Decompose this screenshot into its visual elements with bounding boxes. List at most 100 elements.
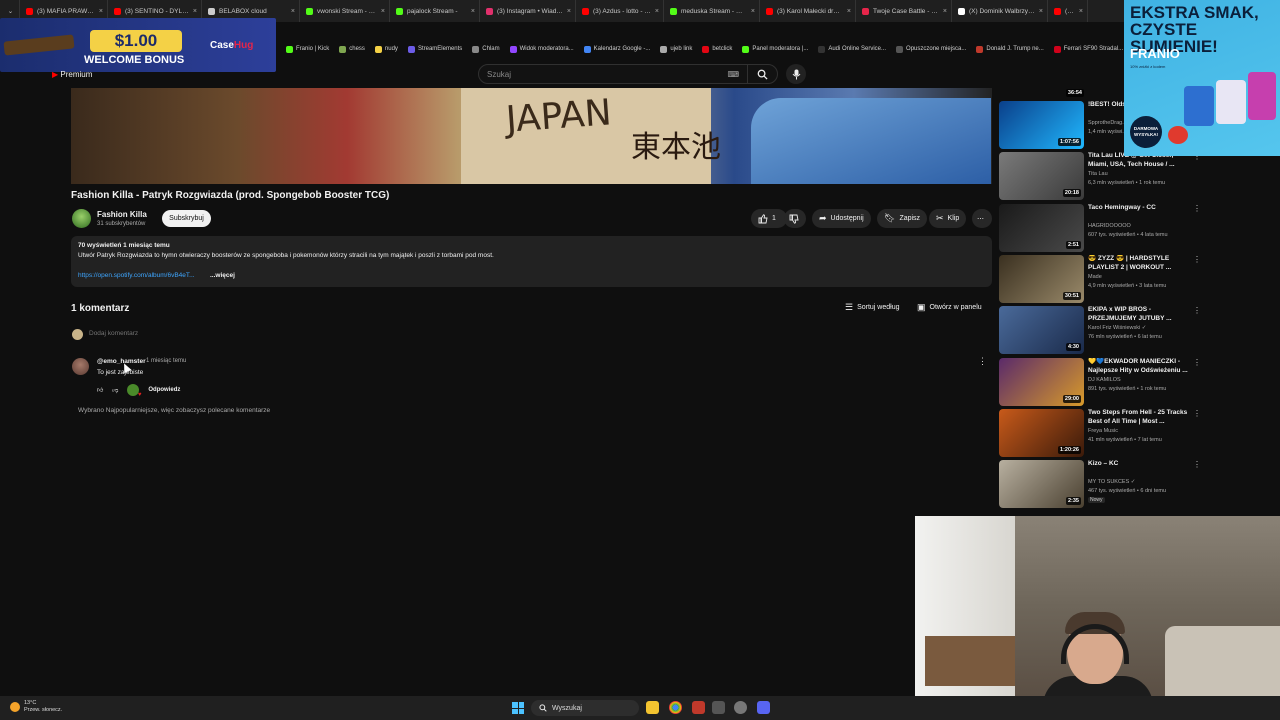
video-thumbnail[interactable]: 30:51 (999, 255, 1084, 303)
channel-name[interactable]: Fashion Killa (97, 210, 147, 219)
close-tab-icon[interactable]: × (943, 8, 947, 15)
close-tab-icon[interactable]: × (99, 8, 103, 15)
video-thumbnail[interactable]: 29:00 (999, 358, 1084, 406)
recommended-video[interactable]: 1:20:26 Two Steps From Hell - 25 Tracks B… (999, 409, 1201, 459)
browser-tab[interactable]: vwonski Stream - Wat... × (300, 0, 390, 22)
close-tab-icon[interactable]: × (381, 8, 385, 15)
recommended-video[interactable]: 29:00 💛💙EKWADOR MANIECZKI - Najlepsze Hit… (999, 358, 1201, 408)
video-channel[interactable]: HAGRIDOOOOO (1088, 223, 1131, 229)
file-explorer-icon[interactable] (646, 701, 659, 714)
video-channel[interactable]: MY TO SUKCES ✓ (1088, 479, 1135, 485)
comment-timestamp[interactable]: 1 miesiąc temu (146, 358, 186, 364)
subscribe-button[interactable]: Subskrybuj (162, 210, 211, 227)
comment-menu-icon[interactable]: ⋮ (978, 356, 987, 367)
save-button[interactable]: 🔖︎ Zapisz (877, 209, 928, 228)
bookmark-item[interactable]: Franio | Kick (286, 45, 329, 53)
more-actions-button[interactable]: ⋯ (972, 209, 992, 228)
video-title[interactable]: Two Steps From Hell - 25 Tracks Best of … (1088, 409, 1192, 426)
video-menu-icon[interactable]: ⋮ (1193, 255, 1201, 264)
close-tab-icon[interactable]: × (567, 8, 571, 15)
bookmark-item[interactable]: Widok moderatora... (509, 45, 574, 53)
video-title[interactable]: 😎 ZYZZ 😎 | HARDSTYLE PLAYLIST 2 | WORKOU… (1088, 255, 1192, 272)
close-tab-icon[interactable]: × (751, 8, 755, 15)
browser-tab[interactable]: meduska Stream - Wa... × (664, 0, 760, 22)
close-tab-icon[interactable]: × (193, 8, 197, 15)
channel-avatar[interactable] (72, 209, 91, 228)
app-icon[interactable] (692, 701, 705, 714)
video-menu-icon[interactable]: ⋮ (1193, 409, 1201, 418)
video-thumbnail[interactable]: 1:07:56 (999, 101, 1084, 149)
video-title[interactable]: 💛💙EKWADOR MANIECZKI - Najlepsze Hity w O… (1088, 358, 1192, 375)
dislike-button[interactable] (784, 209, 806, 228)
bookmark-item[interactable]: chess (339, 45, 365, 53)
bookmark-item[interactable]: Donald J. Trump ne... (976, 45, 1044, 53)
comment-author-avatar[interactable] (72, 358, 89, 375)
video-menu-icon[interactable]: ⋮ (1193, 358, 1201, 367)
video-menu-icon[interactable]: ⋮ (1193, 306, 1201, 315)
franio-ad[interactable]: EKSTRA SMAK, CZYSTE SUMIENIE! FRANIO 10%… (1124, 0, 1280, 156)
video-thumbnail[interactable]: 4:30 (999, 306, 1084, 354)
bookmark-item[interactable]: Kalendarz Google -... (583, 45, 650, 53)
sort-comments-button[interactable]: ☰ Sortuj według (845, 302, 900, 313)
video-thumbnail[interactable]: 2:35 (999, 460, 1084, 508)
clip-button[interactable]: ✂ Klip (929, 209, 967, 228)
add-comment-input[interactable] (89, 330, 177, 337)
browser-tab[interactable]: Twoje Case Battle - W... × (856, 0, 952, 22)
video-channel[interactable]: SpprotheDrag... (1088, 120, 1127, 126)
video-title[interactable]: Taco Hemingway - CC (1088, 204, 1192, 213)
voice-search-button[interactable] (786, 64, 806, 84)
video-title[interactable]: Kizo – KC (1088, 460, 1192, 469)
share-button[interactable]: ➦ Udostępnij (812, 209, 871, 228)
bookmark-item[interactable]: Chlam (472, 45, 500, 53)
search-box[interactable]: ⌨ (478, 64, 778, 84)
bookmark-item[interactable]: StreamElements (407, 45, 462, 53)
video-menu-icon[interactable]: ⋮ (1193, 204, 1201, 213)
video-menu-icon[interactable]: ⋮ (1193, 460, 1201, 469)
video-channel[interactable]: Karol Friz Wiśniewski ✓ (1088, 325, 1146, 331)
video-player[interactable]: JAPAN 東本池 (71, 88, 992, 184)
browser-tab[interactable]: (3) Fashion K... × (1048, 0, 1088, 22)
close-tab-icon[interactable]: × (1079, 8, 1083, 15)
app-icon[interactable] (712, 701, 725, 714)
description-more-button[interactable]: ...więcej (210, 272, 235, 279)
search-input[interactable] (487, 69, 728, 79)
close-tab-icon[interactable]: × (1039, 8, 1043, 15)
video-thumbnail[interactable]: 1:20:26 (999, 409, 1084, 457)
like-button[interactable]: 1 (751, 209, 787, 228)
close-tab-icon[interactable]: × (655, 8, 659, 15)
description-link[interactable]: https://open.spotify.com/album/6vB4eT... (78, 272, 195, 279)
recommended-video[interactable]: 20:18Tita Lau LIVE @ Get Closer, Miami, … (999, 152, 1201, 202)
keyboard-icon[interactable]: ⌨ (727, 70, 739, 79)
open-in-panel-button[interactable]: ▣ Otwórz w panelu (917, 302, 982, 313)
browser-tab[interactable]: (X) Dominik Walbrzyc... × (952, 0, 1048, 22)
weather-widget[interactable]: 13°C Przew. słonecz. (10, 700, 62, 713)
bookmark-item[interactable]: Opuszczone miejsca... (896, 45, 966, 53)
bookmark-item[interactable]: Audi Online Service... (818, 45, 886, 53)
browser-tab[interactable]: (3) Azdus - lotto - You... × (576, 0, 664, 22)
close-tab-icon[interactable]: × (847, 8, 851, 15)
recommended-video[interactable]: 2:35 Kizo – KC MY TO SUKCES ✓ 467 tys. wyśw… (999, 460, 1201, 510)
bookmark-item[interactable]: Panel moderatora |... (742, 45, 808, 53)
browser-tab[interactable]: (3) Karol Małecki drze... × (760, 0, 856, 22)
comment-like-icon[interactable]: 👍︎ (97, 386, 103, 394)
video-channel[interactable]: DJ KAMILOS (1088, 377, 1121, 383)
reply-button[interactable]: Odpowiedz (148, 387, 180, 393)
bookmark-item[interactable]: nudy (374, 45, 398, 53)
youtube-premium-logo[interactable]: ▶ Premium (52, 70, 92, 79)
windows-start-icon[interactable] (512, 702, 524, 714)
bookmark-item[interactable]: Ferrari SF90 Stradal... (1053, 45, 1123, 53)
video-channel[interactable]: Made (1088, 274, 1102, 280)
discord-icon[interactable] (757, 701, 770, 714)
settings-icon[interactable] (734, 701, 747, 714)
comment-dislike-icon[interactable]: 👎︎ (112, 386, 118, 394)
video-title[interactable]: EKIPA x WIP BROS - PRZEJMUJEMY JUTUBY ..… (1088, 306, 1192, 323)
search-button[interactable] (747, 65, 777, 83)
video-channel[interactable]: Freya Music (1088, 428, 1118, 434)
recommended-video[interactable]: 4:30 EKIPA x WIP BROS - PRZEJMUJEMY JUTUB… (999, 306, 1201, 356)
taskbar-search[interactable]: Wyszukaj (531, 700, 639, 716)
video-thumbnail[interactable]: 2:51 (999, 204, 1084, 252)
bookmark-item[interactable]: betclick (702, 45, 732, 53)
recommended-video[interactable]: 2:51 Taco Hemingway - CC HAGRIDOOOOO 607 ty… (999, 204, 1201, 254)
browser-tab[interactable]: (3) Instagram • Wiadom... × (480, 0, 576, 22)
description-box[interactable] (71, 236, 992, 287)
